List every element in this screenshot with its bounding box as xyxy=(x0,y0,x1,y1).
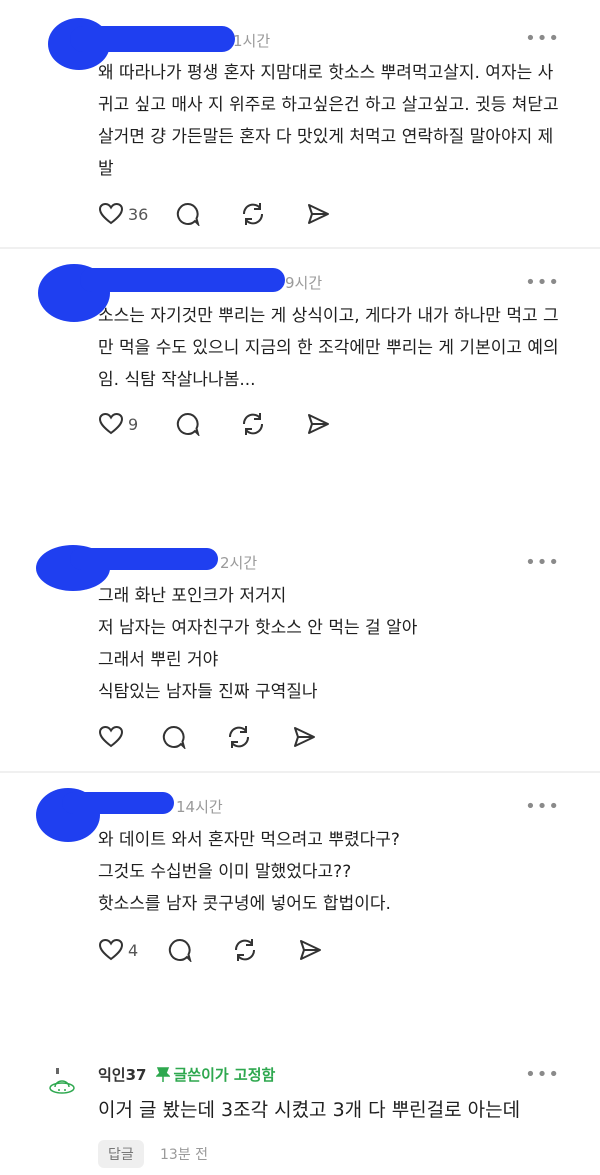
comment-actions: 9 xyxy=(98,409,330,439)
share-button[interactable] xyxy=(306,202,330,226)
comment-time: 14시간 xyxy=(176,798,223,816)
comment-text: 와 데이트 와서 혼자만 먹으려고 뿌렸다구? 그것도 수십번을 이미 말했었다… xyxy=(98,824,564,920)
redacted-username xyxy=(70,548,218,570)
reply-button[interactable] xyxy=(162,725,186,749)
comment-line: 핫소스를 남자 콧구녕에 넣어도 합법이다. xyxy=(98,894,391,914)
comment-line: 와 데이트 와서 혼자만 먹으려고 뿌렸다구? xyxy=(98,830,400,850)
send-icon xyxy=(294,727,315,747)
comment-text: 그래 화난 포인크가 저거지 저 남자는 여자친구가 핫소스 안 먹는 걸 알아… xyxy=(98,580,564,708)
reply-button[interactable] xyxy=(176,412,200,436)
more-options-icon[interactable]: ••• xyxy=(525,552,560,573)
send-icon xyxy=(300,940,322,960)
comment-line: 그것도 수십번을 이미 말했었다고?? xyxy=(98,862,352,882)
repost-button[interactable] xyxy=(240,411,266,437)
send-icon xyxy=(308,414,330,434)
reply-button[interactable] xyxy=(168,938,192,962)
heart-icon xyxy=(98,412,124,435)
like-count: 4 xyxy=(128,940,139,960)
repost-button[interactable] xyxy=(240,201,266,227)
reply-button[interactable]: 답글 xyxy=(98,1140,144,1168)
comment-actions xyxy=(98,722,316,752)
repost-icon xyxy=(235,939,256,961)
divider xyxy=(0,247,600,249)
repost-button[interactable] xyxy=(232,937,258,963)
share-button[interactable] xyxy=(292,725,316,749)
pin-icon xyxy=(156,1066,171,1082)
comment-text: 왜 따라나가 평생 혼자 지맘대로 핫소스 뿌려먹고살지. 여자는 사귀고 싶고… xyxy=(98,63,559,179)
share-button[interactable] xyxy=(306,412,330,436)
comment-line: 그래 화난 포인크가 저거지 xyxy=(98,586,287,606)
repost-button[interactable] xyxy=(226,724,252,750)
like-count: 36 xyxy=(128,204,149,224)
comment-line: 그래서 뿌린 거야 xyxy=(98,650,219,670)
pinned-label: 글쓴이가 고정함 xyxy=(173,1066,276,1084)
send-icon xyxy=(308,204,330,224)
like-button[interactable]: 36 xyxy=(98,202,148,226)
redacted-username xyxy=(80,268,285,292)
comment-text: 이거 글 봤는데 3조각 시켰고 3개 다 뿌린걸로 아는데 xyxy=(98,1099,521,1121)
comment-actions: 4 xyxy=(98,935,322,965)
divider xyxy=(0,771,600,773)
pinned-badge: 글쓴이가 고정함 xyxy=(156,1064,275,1085)
comment-bubble-icon xyxy=(177,202,200,226)
reply-button[interactable] xyxy=(176,202,200,226)
comment-bubble-icon xyxy=(169,938,192,962)
redacted-username xyxy=(70,26,235,52)
repost-icon xyxy=(228,726,250,748)
like-button[interactable]: 4 xyxy=(98,938,138,962)
comment-line: 저 남자는 여자친구가 핫소스 안 먹는 걸 알아 xyxy=(98,618,418,638)
more-options-icon[interactable]: ••• xyxy=(525,796,560,817)
like-button[interactable]: 9 xyxy=(98,412,138,436)
comment-actions: 36 xyxy=(98,199,330,229)
more-options-icon[interactable]: ••• xyxy=(525,1064,560,1085)
heart-icon xyxy=(98,202,124,225)
comment-line: 식탐있는 남자들 진짜 구역질나 xyxy=(98,682,318,702)
pinned-header: 익인37 글쓴이가 고정함 xyxy=(98,1064,275,1085)
like-count: 9 xyxy=(128,414,139,434)
comment-time: 9시간 xyxy=(285,274,323,292)
heart-icon xyxy=(98,725,124,748)
redacted-username xyxy=(62,792,174,814)
comment-time: 2시간 xyxy=(220,554,258,572)
repost-icon xyxy=(243,413,264,435)
anonymous-alien-icon xyxy=(48,1068,76,1112)
repost-icon xyxy=(243,203,264,225)
like-button[interactable] xyxy=(98,725,124,749)
heart-icon xyxy=(98,938,124,961)
comment-bubble-icon xyxy=(177,412,200,436)
more-options-icon[interactable]: ••• xyxy=(525,272,560,293)
share-button[interactable] xyxy=(298,938,322,962)
comment-time: 13분 전 xyxy=(160,1147,209,1163)
comment-time: 1시간 xyxy=(233,32,271,50)
comment-text: 소스는 자기것만 뿌리는 게 상식이고, 게다가 내가 하나만 먹고 그만 먹을… xyxy=(98,306,559,390)
comment-bubble-icon xyxy=(162,725,186,749)
more-options-icon[interactable]: ••• xyxy=(525,28,560,49)
nickname: 익인37 xyxy=(98,1066,147,1084)
